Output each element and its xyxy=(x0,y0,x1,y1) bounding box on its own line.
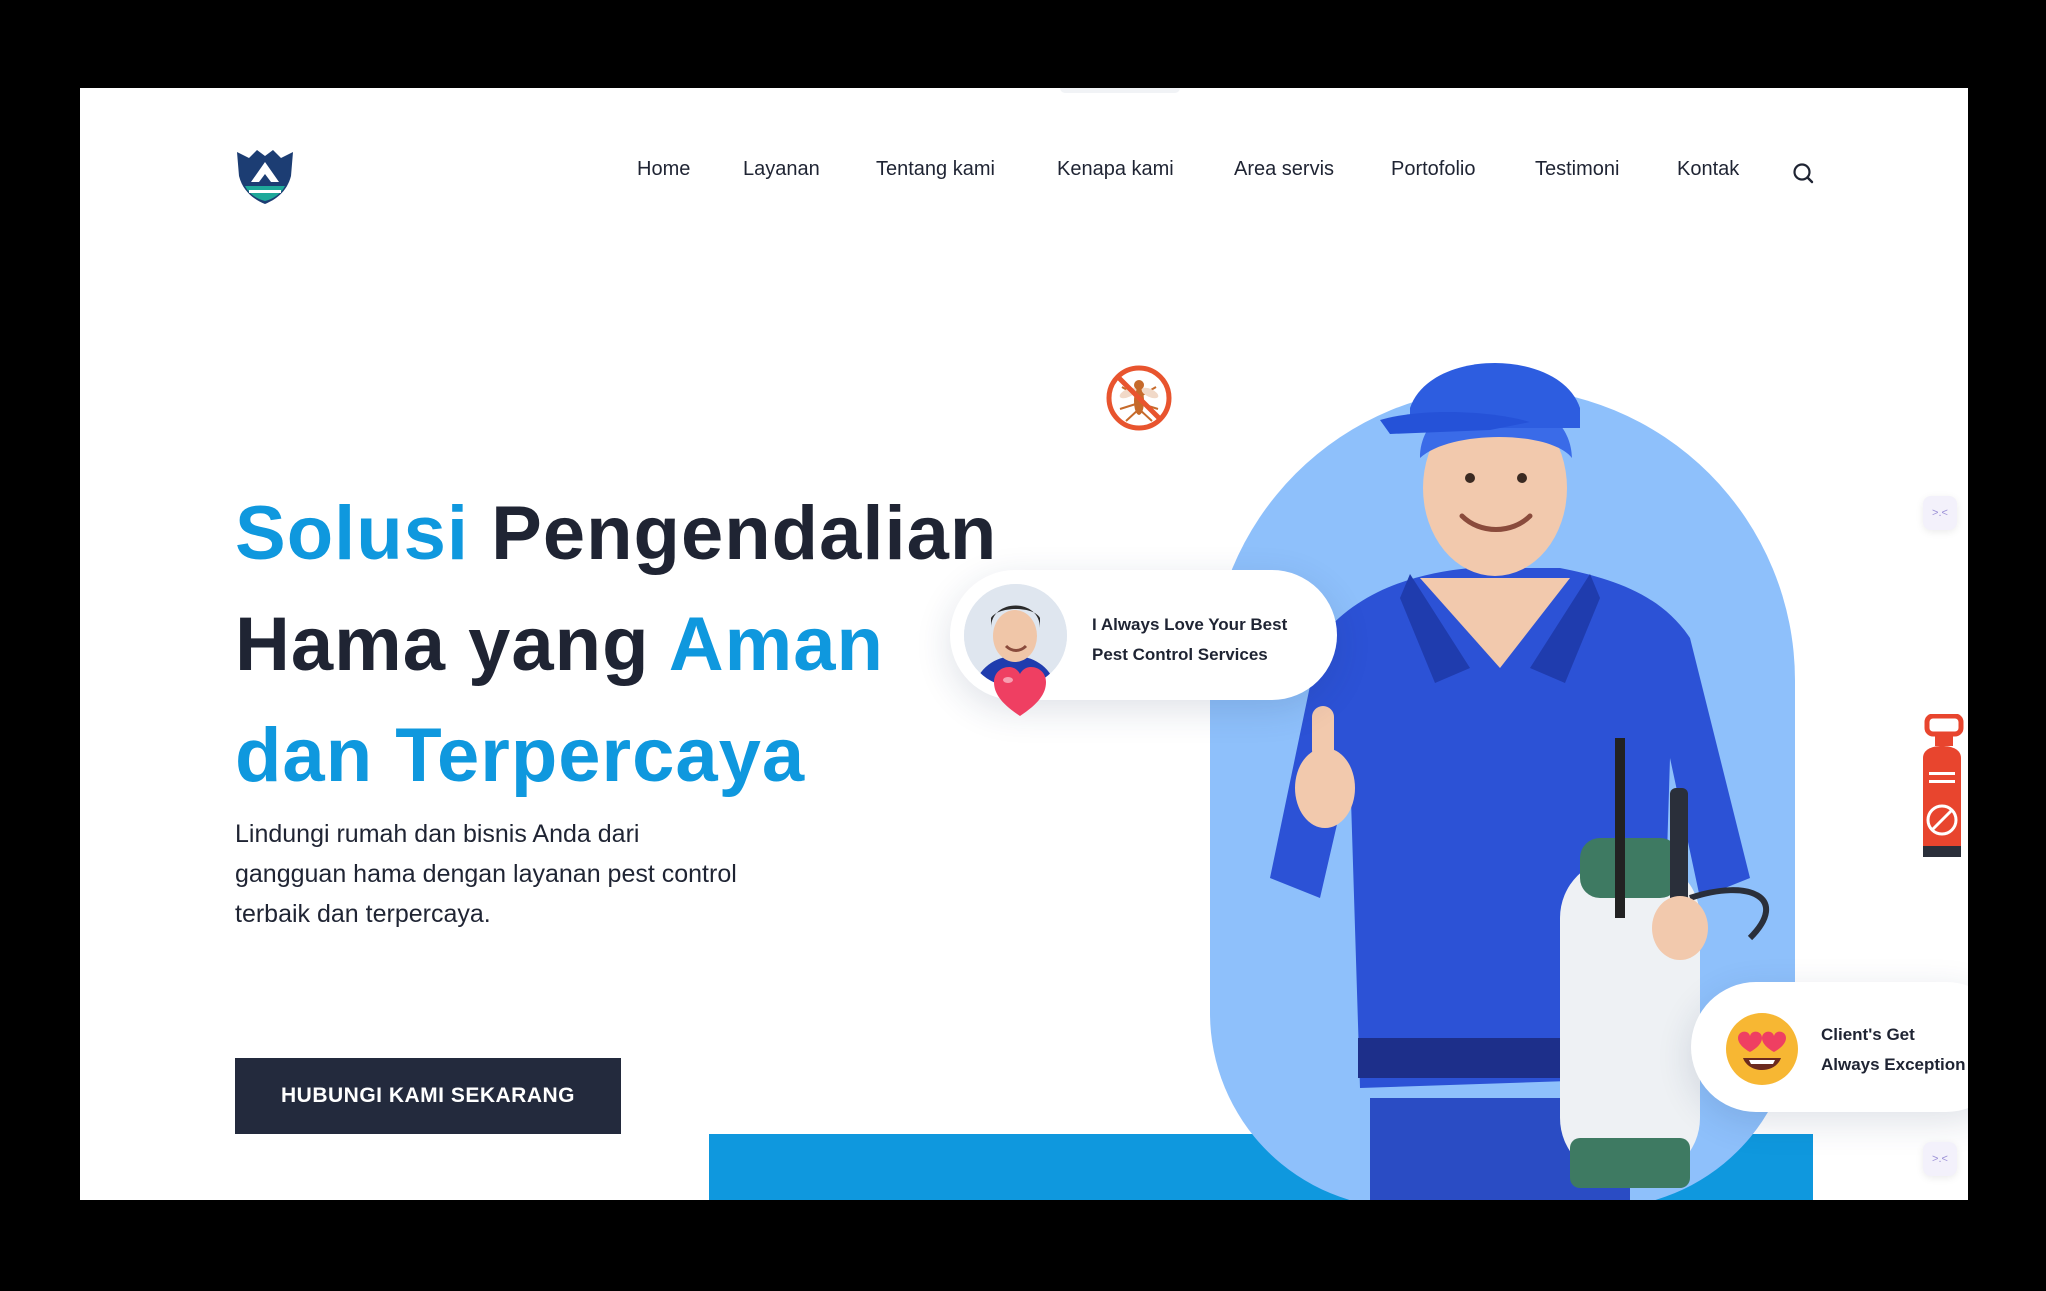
testimonial-line-1: I Always Love Your Best xyxy=(1092,615,1288,634)
client-card-text: Client's Get Always Exception xyxy=(1821,1020,1968,1080)
nav-item-portofolio[interactable]: Portofolio xyxy=(1391,158,1476,181)
testimonial-text: I Always Love Your Best Pest Control Ser… xyxy=(1092,610,1322,670)
nav-item-kontak[interactable]: Kontak xyxy=(1677,158,1739,181)
headline-hama-yang: Hama yang xyxy=(235,602,669,687)
search-icon[interactable] xyxy=(1790,160,1818,188)
headline-accent-aman: Aman xyxy=(668,602,884,687)
floating-widget-bottom[interactable]: >.< xyxy=(1923,1142,1957,1176)
nav-item-layanan[interactable]: Layanan xyxy=(743,158,820,181)
top-edge-marker xyxy=(1060,88,1180,93)
contact-now-button[interactable]: HUBUNGI KAMI SEKARANG xyxy=(235,1058,621,1134)
sprayer-bottle-icon xyxy=(1917,713,1968,857)
heart-eyes-emoji-icon xyxy=(1725,1012,1799,1086)
main-navigation: Home Layanan Tentang kami Kenapa kami Ar… xyxy=(80,158,1968,190)
headline-pengendalian: Pengendalian xyxy=(469,491,998,576)
nav-item-home[interactable]: Home xyxy=(637,158,690,181)
nav-item-tentang-kami[interactable]: Tentang kami xyxy=(876,158,995,181)
landing-page: Home Layanan Tentang kami Kenapa kami Ar… xyxy=(80,88,1968,1200)
hero-subtext: Lindungi rumah dan bisnis Anda dari gang… xyxy=(235,820,737,928)
client-card: Client's Get Always Exception xyxy=(1691,982,1968,1112)
hero-headline: Solusi Pengendalian Hama yang Aman dan T… xyxy=(235,478,1055,811)
no-mosquito-icon xyxy=(1104,363,1174,433)
heart-icon xyxy=(992,666,1048,718)
testimonial-card: I Always Love Your Best Pest Control Ser… xyxy=(950,570,1337,716)
nav-item-testimoni[interactable]: Testimoni xyxy=(1535,158,1619,181)
nav-item-kenapa-kami[interactable]: Kenapa kami xyxy=(1057,158,1174,181)
headline-accent-solusi: Solusi xyxy=(235,491,470,576)
client-card-line-2: Always Exception xyxy=(1821,1055,1966,1074)
headline-accent-terpercaya: dan Terpercaya xyxy=(235,713,806,798)
floating-widget-top[interactable]: >.< xyxy=(1923,496,1957,530)
nav-item-area-servis[interactable]: Area servis xyxy=(1234,158,1334,181)
client-card-line-1: Client's Get xyxy=(1821,1025,1915,1044)
testimonial-line-2: Pest Control Services xyxy=(1092,645,1268,664)
